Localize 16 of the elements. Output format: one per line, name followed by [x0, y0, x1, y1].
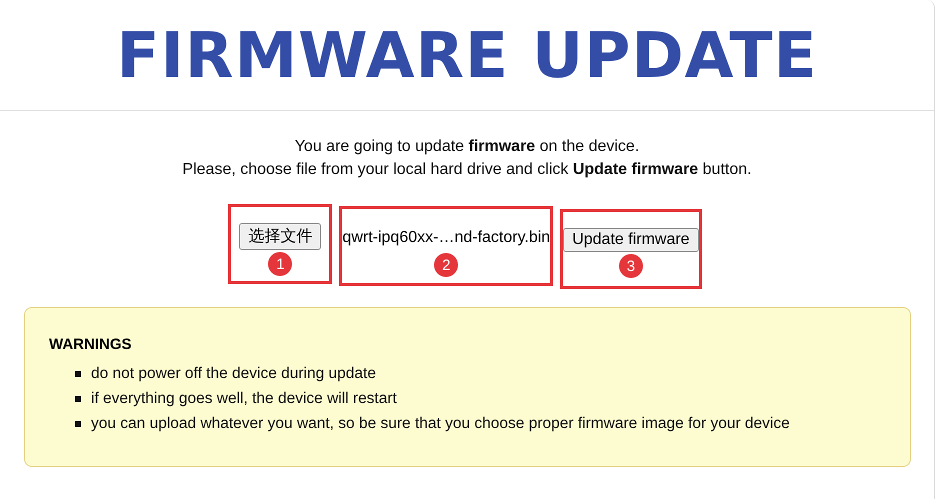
warning-text: do not power off the device during update [91, 364, 376, 382]
bullet-icon [75, 420, 81, 426]
update-firmware-button[interactable]: Update firmware [563, 228, 699, 252]
number-badge: 3 [618, 254, 643, 278]
number-badge: 2 [434, 253, 458, 277]
warning-text: if everything goes well, the device will restart [91, 390, 397, 408]
page-title: FIRMWARE UPDATE [116, 18, 818, 92]
warnings-title: WARNINGS [49, 336, 132, 353]
number-badge: 1 [268, 252, 292, 276]
intro-text: Please, choose file from your local hard drive and click Update firmware button. [182, 161, 752, 179]
bullet-icon [75, 396, 81, 402]
warning-text: you can upload whatever you want, so be sure that you choose proper firmware image for your device [91, 414, 790, 432]
intro-text: You are going to update firmware on the device. [294, 138, 640, 156]
bullet-icon [75, 370, 81, 376]
file-name: qwrt-ipq60xx-…nd-factory.bin [342, 228, 550, 248]
choose-file-button[interactable]: 选择文件 [239, 223, 322, 250]
